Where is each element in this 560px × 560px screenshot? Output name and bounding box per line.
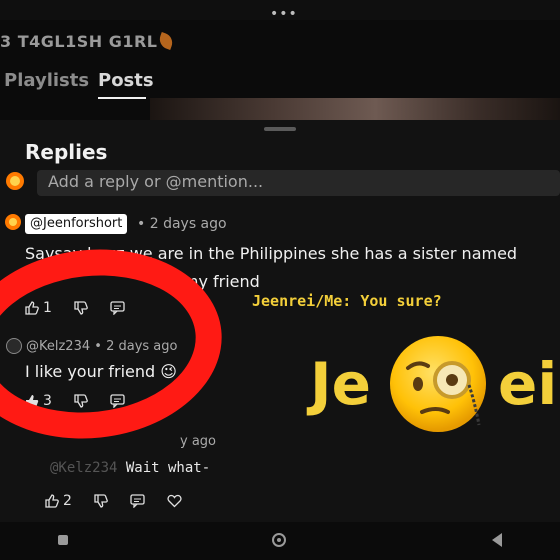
like-button[interactable] bbox=[45, 494, 59, 508]
tab-posts[interactable]: Posts bbox=[98, 70, 154, 91]
overlay-caption: Jeenrei/Me: You sure? bbox=[252, 292, 442, 310]
leaf-icon bbox=[157, 32, 176, 50]
home-button-dot bbox=[277, 538, 281, 542]
tab-active-indicator bbox=[98, 97, 146, 99]
overlay-big-text-left: Je bbox=[310, 350, 371, 418]
video-thumbnail[interactable] bbox=[150, 98, 560, 120]
replies-title: Replies bbox=[25, 140, 108, 164]
obscured-mention: @Kelz234 bbox=[50, 460, 126, 476]
comment-actions: 2 bbox=[45, 493, 182, 509]
dislike-button[interactable] bbox=[94, 494, 108, 508]
thumbs-down-icon bbox=[94, 494, 108, 508]
comment-text: @Kelz234 Wait what- bbox=[50, 460, 210, 476]
like-count: 2 bbox=[63, 493, 72, 509]
comment-icon bbox=[130, 494, 145, 508]
channel-name: 3 T4GL1SH G1RL bbox=[0, 32, 176, 51]
comment-timestamp: • 2 days ago bbox=[137, 216, 227, 232]
back-button[interactable] bbox=[492, 533, 502, 547]
comment-author-handle[interactable]: @Jeenforshort bbox=[25, 214, 128, 234]
comment-text-line: Wait what- bbox=[125, 460, 211, 476]
heart-button[interactable] bbox=[167, 494, 182, 508]
overlay-big-text-right: ei bbox=[498, 350, 558, 418]
comment-timestamp: y ago bbox=[180, 434, 216, 449]
recents-button[interactable] bbox=[58, 535, 68, 545]
reply-button[interactable] bbox=[130, 494, 145, 508]
channel-name-text: 3 T4GL1SH G1RL bbox=[0, 32, 158, 51]
user-avatar bbox=[6, 172, 24, 190]
monocle-face-emoji-icon bbox=[386, 330, 498, 446]
reply-input[interactable] bbox=[48, 172, 548, 191]
thumbs-up-icon bbox=[45, 494, 59, 508]
heart-icon bbox=[167, 494, 182, 508]
comment-avatar[interactable] bbox=[5, 214, 21, 230]
tab-playlists[interactable]: Playlists bbox=[4, 70, 89, 91]
drag-handle[interactable] bbox=[264, 127, 296, 131]
